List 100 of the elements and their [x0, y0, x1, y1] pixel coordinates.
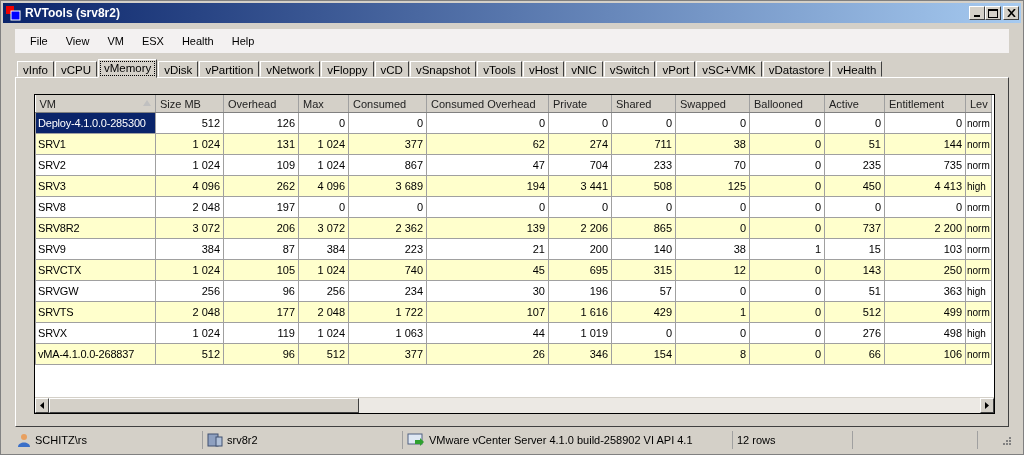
table-cell: 200 [548, 238, 612, 260]
tab[interactable]: vInfo [17, 61, 54, 77]
table-cell: 1 024 [298, 322, 349, 344]
table-cell: 363 [884, 280, 966, 302]
tab[interactable]: vSC+VMK [696, 61, 762, 77]
table-cell: 384 [298, 238, 349, 260]
column-header[interactable]: Max [298, 95, 349, 113]
tab[interactable]: vFloppy [321, 61, 374, 77]
table-cell: 234 [348, 280, 427, 302]
tab[interactable]: vDisk [158, 61, 199, 77]
table-cell: 0 [298, 112, 349, 134]
table-cell: 256 [155, 280, 224, 302]
status-text: 12 rows [737, 434, 776, 446]
table-cell: SRV8R2 [35, 217, 156, 239]
scroll-left-icon[interactable] [40, 402, 44, 409]
tab[interactable]: vPort [656, 61, 696, 77]
table-cell: 0 [749, 280, 825, 302]
table-cell: 197 [223, 196, 299, 218]
table-cell: 0 [749, 322, 825, 344]
menu-item[interactable]: ESX [132, 35, 173, 47]
table-cell: 30 [426, 280, 549, 302]
column-header[interactable]: Ballooned [749, 95, 825, 113]
table-cell: SRV2 [35, 154, 156, 176]
column-header[interactable]: Consumed Overhead [426, 95, 549, 113]
table-cell: 512 [155, 112, 224, 134]
table-cell: 0 [749, 196, 825, 218]
close-icon [1006, 9, 1016, 17]
table-cell: 0 [884, 112, 966, 134]
table-cell: 47 [426, 154, 549, 176]
maximize-button[interactable] [985, 6, 1001, 20]
column-header[interactable]: Entitlement [884, 95, 966, 113]
table-cell: 867 [348, 154, 427, 176]
table-cell: 109 [223, 154, 299, 176]
menu-item[interactable]: Health [172, 35, 223, 47]
column-header[interactable]: Shared [611, 95, 676, 113]
table-cell: 103 [884, 238, 966, 260]
table-cell: 0 [611, 196, 676, 218]
tab[interactable]: vCPU [54, 61, 97, 77]
tab[interactable]: vHost [522, 61, 565, 77]
table-cell: 119 [223, 322, 299, 344]
table-cell: 1 063 [348, 322, 427, 344]
tab[interactable]: vDatastore [762, 61, 831, 77]
table-cell: 0 [611, 112, 676, 134]
table-cell: 0 [675, 280, 750, 302]
table-cell: 1 024 [155, 322, 224, 344]
app-icon [5, 5, 21, 21]
table-cell: 735 [884, 154, 966, 176]
table-cell: 0 [426, 196, 549, 218]
tab[interactable]: vTools [477, 61, 522, 77]
column-header[interactable]: Lev [965, 95, 992, 113]
table-cell: 0 [675, 112, 750, 134]
column-header[interactable]: Size MB [155, 95, 224, 113]
tab[interactable]: vNetwork [260, 61, 321, 77]
table-cell: 140 [611, 238, 676, 260]
tab[interactable]: vPartition [199, 61, 260, 77]
table-cell: 57 [611, 280, 676, 302]
table-cell: 51 [824, 280, 885, 302]
table-cell: 498 [884, 322, 966, 344]
table-cell: 1 [749, 238, 825, 260]
column-header[interactable]: VM [35, 95, 156, 113]
tab[interactable]: vMemory [97, 59, 158, 78]
table-cell: 196 [548, 280, 612, 302]
table-cell: 0 [749, 112, 825, 134]
table-cell: 21 [426, 238, 549, 260]
scroll-right-icon[interactable] [985, 402, 989, 409]
close-button[interactable] [1003, 6, 1019, 20]
table-cell: SRV8 [35, 196, 156, 218]
table-cell: 0 [824, 196, 885, 218]
tab[interactable]: vCD [374, 61, 409, 77]
menu-item[interactable]: File [21, 35, 57, 47]
table-cell: 704 [548, 154, 612, 176]
table-cell: SRV1 [35, 133, 156, 155]
column-header[interactable]: Consumed [348, 95, 427, 113]
tab[interactable]: vNIC [565, 61, 603, 77]
table-cell: 0 [548, 112, 612, 134]
table-cell: high [965, 280, 992, 302]
table-cell: SRV9 [35, 238, 156, 260]
table-cell: 1 024 [298, 154, 349, 176]
column-header[interactable]: Private [548, 95, 612, 113]
table-cell: 235 [824, 154, 885, 176]
table-cell: 384 [155, 238, 224, 260]
menu-item[interactable]: Help [222, 35, 264, 47]
scroll-thumb[interactable] [49, 398, 359, 413]
menu-item[interactable]: VM [98, 35, 133, 47]
table-cell: 0 [348, 112, 427, 134]
column-header[interactable]: Swapped [675, 95, 750, 113]
minimize-button[interactable] [969, 6, 985, 20]
tab[interactable]: vSwitch [603, 61, 656, 77]
menu-item[interactable]: View [56, 35, 99, 47]
resize-grip-icon[interactable] [1001, 435, 1011, 445]
table-cell: norm [965, 112, 992, 134]
table-cell: 233 [611, 154, 676, 176]
status-text: SCHITZ\rs [35, 434, 87, 446]
table-cell: 1 024 [155, 154, 224, 176]
column-header[interactable]: Overhead [223, 95, 299, 113]
tab[interactable]: vSnapshot [409, 61, 477, 77]
horizontal-scrollbar[interactable] [35, 397, 994, 413]
column-header[interactable]: Active [824, 95, 885, 113]
table-cell: 0 [348, 196, 427, 218]
tab[interactable]: vHealth [831, 61, 883, 77]
